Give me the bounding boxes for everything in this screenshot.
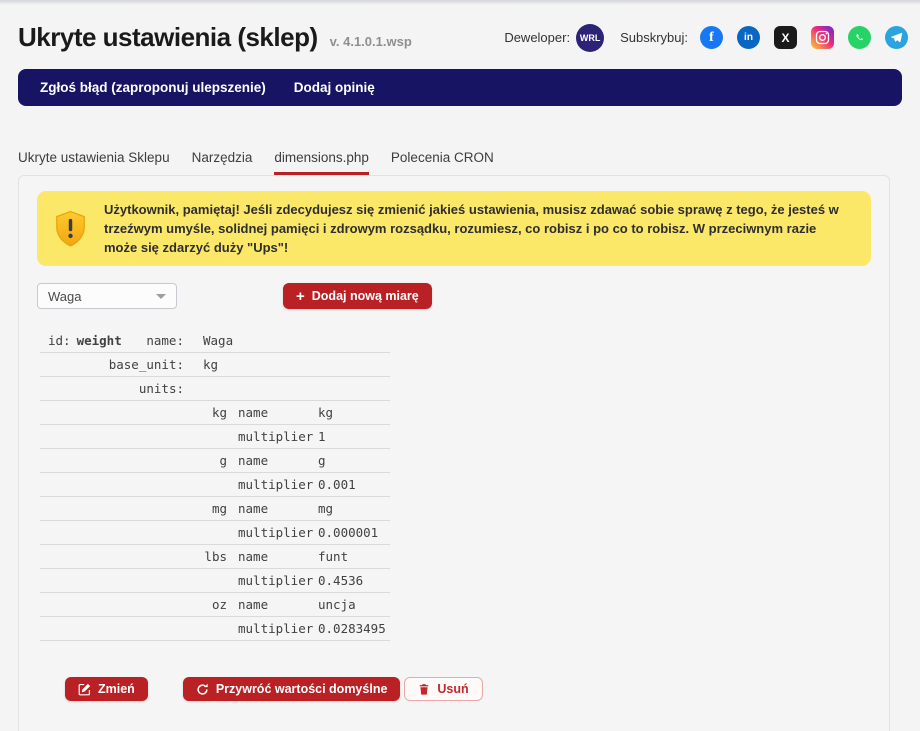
instagram-icon[interactable]	[811, 26, 834, 49]
unit-name-value: g	[318, 453, 390, 468]
unit-name-label: name	[227, 549, 318, 564]
content-card: Użytkownik, pamiętaj! Jeśli zdecydujesz …	[18, 175, 890, 731]
id-field: id:weight	[48, 333, 122, 348]
telegram-icon[interactable]	[885, 26, 908, 49]
unit-name-value: kg	[318, 405, 390, 420]
unit-name-label: name	[227, 405, 318, 420]
table-row-base-unit: base_unit: kg	[40, 353, 390, 377]
x-twitter-icon[interactable]: X	[774, 26, 797, 49]
developer-label: Deweloper:	[504, 30, 570, 45]
unit-multiplier-row: multiplier 0.4536	[40, 569, 390, 593]
page-title: Ukryte ustawienia (sklep)	[18, 22, 318, 53]
unit-multiplier-value: 1	[318, 429, 390, 444]
tab-hidden-settings[interactable]: Ukryte ustawienia Sklepu	[18, 150, 170, 175]
plus-icon: +	[296, 289, 305, 304]
edit-icon	[78, 683, 91, 696]
unit-multiplier-label: multiplier	[227, 477, 318, 492]
unit-key: lbs	[48, 549, 227, 564]
app-header: Ukryte ustawienia (sklep) v. 4.1.0.1.wsp…	[0, 5, 920, 60]
unit-key: mg	[48, 501, 227, 516]
measure-select-value: Waga	[48, 289, 81, 304]
unit-multiplier-value: 0.000001	[318, 525, 390, 540]
unit-multiplier-row: multiplier 0.000001	[40, 521, 390, 545]
unit-name-row: kg name kg	[40, 401, 390, 425]
warning-shield-icon	[54, 210, 87, 248]
unit-name-label: name	[227, 501, 318, 516]
units-label: units:	[48, 381, 184, 396]
base-unit-label: base_unit:	[48, 357, 184, 372]
unit-multiplier-value: 0.0283495	[318, 621, 390, 636]
tab-bar: Ukryte ustawienia Sklepu Narzędzia dimen…	[18, 150, 902, 175]
facebook-icon[interactable]: f	[700, 26, 723, 49]
unit-multiplier-value: 0.4536	[318, 573, 390, 588]
unit-name-label: name	[227, 453, 318, 468]
delete-button[interactable]: Usuń	[404, 677, 482, 701]
action-bar: Zgłoś błąd (zaproponuj ulepszenie) Dodaj…	[18, 69, 902, 106]
developer-badge[interactable]: WRL	[576, 24, 604, 52]
name-label: name:	[146, 333, 184, 348]
restore-defaults-button[interactable]: Przywróć wartości domyślne	[183, 677, 401, 701]
units-container: kg name kg multiplier 1 g name g multipl…	[40, 401, 390, 641]
name-value: Waga	[184, 333, 390, 348]
unit-key: oz	[48, 597, 227, 612]
linkedin-icon[interactable]: in	[737, 26, 760, 49]
unit-key: g	[48, 453, 227, 468]
unit-multiplier-row: multiplier 0.001	[40, 473, 390, 497]
chevron-down-icon	[156, 294, 166, 299]
unit-name-row: oz name uncja	[40, 593, 390, 617]
unit-name-row: mg name mg	[40, 497, 390, 521]
tab-cron-commands[interactable]: Polecenia CRON	[391, 150, 494, 175]
measure-table: id:weight name: Waga base_unit: kg units…	[40, 329, 390, 641]
unit-multiplier-row: multiplier 1	[40, 425, 390, 449]
unit-multiplier-label: multiplier	[227, 621, 318, 636]
unit-name-value: funt	[318, 549, 390, 564]
tab-tools[interactable]: Narzędzia	[192, 150, 253, 175]
base-unit-value: kg	[184, 357, 390, 372]
unit-key: kg	[48, 405, 227, 420]
version-label: v. 4.1.0.1.wsp	[330, 26, 412, 49]
unit-multiplier-label: multiplier	[227, 429, 318, 444]
table-row-units-header: units:	[40, 377, 390, 401]
measure-select[interactable]: Waga	[37, 283, 177, 309]
change-button[interactable]: Zmień	[65, 677, 148, 701]
table-row-id-name: id:weight name: Waga	[40, 329, 390, 353]
subscribe-label: Subskrybuj:	[620, 30, 688, 45]
toolbar: Waga + Dodaj nową miarę	[37, 283, 871, 309]
unit-name-value: mg	[318, 501, 390, 516]
unit-multiplier-value: 0.001	[318, 477, 390, 492]
unit-name-label: name	[227, 597, 318, 612]
unit-name-row: lbs name funt	[40, 545, 390, 569]
trash-icon	[418, 683, 430, 696]
header-right: Deweloper: WRL Subskrybuj: f in X	[504, 24, 910, 52]
action-buttons: Zmień Przywróć wartości domyślne Usuń	[65, 677, 871, 701]
tab-dimensions-php[interactable]: dimensions.php	[274, 150, 369, 175]
add-measure-button[interactable]: + Dodaj nową miarę	[283, 283, 432, 309]
social-links: f in X	[700, 26, 910, 49]
refresh-icon	[196, 683, 209, 696]
unit-multiplier-label: multiplier	[227, 573, 318, 588]
warning-text: Użytkownik, pamiętaj! Jeśli zdecydujesz …	[104, 200, 845, 257]
id-value: weight	[77, 333, 122, 348]
report-bug-link[interactable]: Zgłoś błąd (zaproponuj ulepszenie)	[40, 80, 266, 95]
whatsapp-icon[interactable]	[848, 26, 871, 49]
unit-multiplier-row: multiplier 0.0283495	[40, 617, 390, 641]
warning-banner: Użytkownik, pamiętaj! Jeśli zdecydujesz …	[37, 191, 871, 266]
unit-name-value: uncja	[318, 597, 390, 612]
unit-multiplier-label: multiplier	[227, 525, 318, 540]
add-review-link[interactable]: Dodaj opinię	[294, 80, 375, 95]
unit-name-row: g name g	[40, 449, 390, 473]
